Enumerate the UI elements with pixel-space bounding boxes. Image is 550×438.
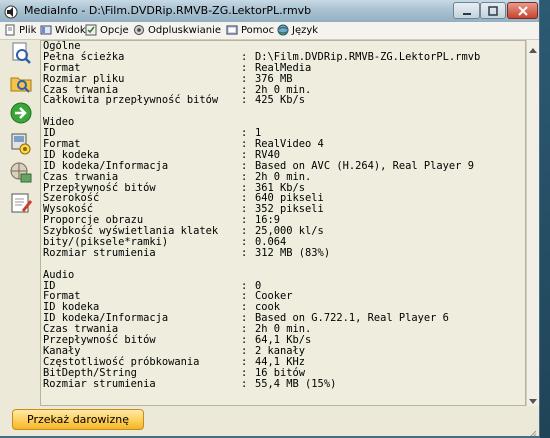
info-row: BitDepth/String:16 bitów (43, 367, 305, 379)
menu-options[interactable]: Opcje (85, 24, 129, 36)
donate-button[interactable]: Przekaż darowiznę (12, 409, 144, 430)
close-button[interactable] (507, 2, 538, 19)
section-title: Audio (43, 268, 75, 281)
maximize-button[interactable] (480, 2, 506, 19)
menu-debug[interactable]: Odpluskwianie (133, 24, 221, 36)
status-bar: Przekaż darowiznę (0, 406, 539, 436)
open-file-icon (9, 41, 33, 69)
menu-view[interactable]: Widok (40, 24, 86, 36)
next-arrow-icon (9, 101, 33, 129)
info-row: Rozmiar strumienia:55,4 MB (15%) (43, 378, 336, 390)
info-separator: : (241, 170, 248, 183)
resize-grip-icon[interactable] (527, 425, 537, 436)
debug-icon (133, 24, 145, 36)
vertical-scrollbar[interactable] (526, 40, 539, 406)
info-separator: : (241, 377, 248, 390)
menu-help[interactable]: Pomoc (226, 24, 274, 36)
export-icon (9, 131, 33, 159)
info-key: BitDepth/String (43, 366, 137, 379)
info-value: 425 Kb/s (255, 94, 306, 107)
desktop-background-right (540, 0, 550, 438)
help-icon (226, 24, 238, 36)
minimize-button[interactable] (453, 2, 480, 19)
menu-help-label: Pomoc (241, 24, 275, 36)
info-value: 55,4 MB (15%) (255, 377, 337, 390)
preferences-button[interactable] (8, 192, 34, 218)
info-row: Czas trwania:2h 0 min. (43, 171, 311, 183)
view-icon (40, 24, 52, 36)
info-text-area[interactable]: Ogólne Pełna ścieżka: D:\Film.DVDRip.RMVB-… (40, 40, 526, 406)
preferences-icon (9, 191, 33, 219)
info-key: Rozmiar strumienia (43, 377, 156, 390)
info-key: Czas trwania (43, 170, 119, 183)
menu-options-label: Opcje (100, 24, 129, 36)
info-separator: : (241, 366, 248, 379)
info-separator: : (241, 246, 248, 259)
menu-view-label: Widok (55, 24, 86, 36)
info-separator: : (241, 72, 248, 85)
open-file-button[interactable] (8, 42, 34, 68)
scroll-down-button[interactable] (527, 393, 539, 405)
mediainfo-window: MediaInfo - D:\Film.DVDRip.RMVB-ZG.Lekto… (0, 0, 540, 437)
knowledge-base-button[interactable] (8, 162, 34, 188)
scroll-up-arrow-icon (529, 38, 537, 57)
info-row: Całkowita przepływność bitów:425 Kb/s (43, 95, 305, 106)
info-separator: : (241, 94, 248, 107)
info-key: Rozmiar pliku (43, 72, 125, 85)
menu-language-label: Język (292, 24, 319, 36)
media-info-report: Ogólne Pełna ścieżka: D:\Film.DVDRip.RMVB-… (43, 41, 480, 390)
mediainfo-app-icon (4, 4, 18, 19)
title-bar[interactable]: MediaInfo - D:\Film.DVDRip.RMVB-ZG.Lekto… (0, 0, 539, 23)
options-icon (85, 24, 97, 36)
info-value: 312 MB (83%) (255, 246, 331, 259)
info-value: 2h 0 min. (255, 170, 312, 183)
file-icon (4, 24, 16, 36)
open-folder-button[interactable] (8, 72, 34, 98)
info-value: 376 MB (255, 72, 293, 85)
scroll-up-button[interactable] (527, 41, 539, 53)
menu-bar: Plik Widok Opcje Odpluskwianie Pomoc Jęz… (0, 22, 539, 40)
toolbar-sidebar (0, 40, 40, 400)
info-row: Rozmiar pliku:376 MB (43, 73, 293, 85)
knowledge-base-icon (9, 161, 33, 189)
open-folder-icon (9, 71, 33, 99)
language-icon (277, 24, 289, 36)
export-button[interactable] (8, 132, 34, 158)
menu-debug-label: Odpluskwianie (148, 24, 222, 36)
menu-language[interactable]: Język (277, 24, 318, 36)
next-button[interactable] (8, 102, 34, 128)
info-value: 16 bitów (255, 366, 306, 379)
info-row: Rozmiar strumienia:312 MB (83%) (43, 248, 330, 259)
info-key: Całkowita przepływność bitów (43, 94, 219, 107)
window-title: MediaInfo - D:\Film.DVDRip.RMVB-ZG.Lekto… (24, 4, 312, 17)
menu-file[interactable]: Plik (4, 24, 36, 36)
menu-file-label: Plik (19, 24, 37, 36)
info-key: Rozmiar strumienia (43, 246, 156, 259)
